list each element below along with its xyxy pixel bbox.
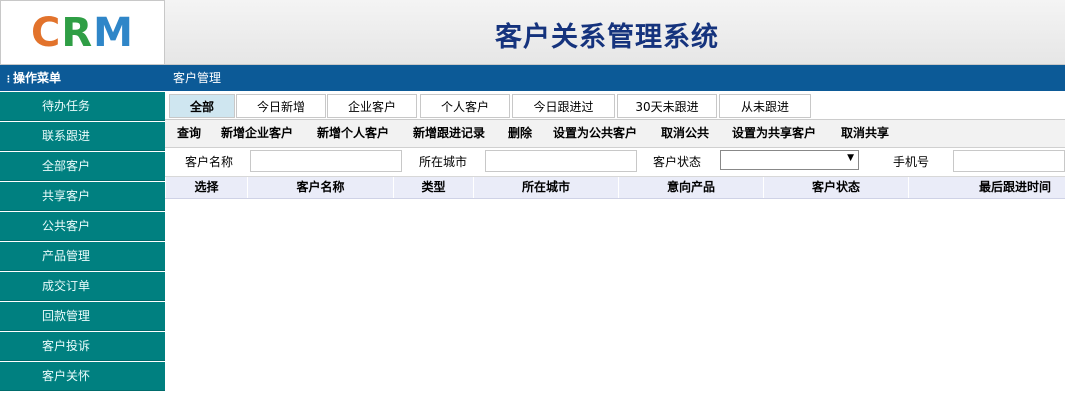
query-button[interactable]: 查询 [177, 120, 201, 146]
phone-input[interactable] [953, 150, 1065, 172]
sidebar-title-marker: ⋮ [4, 75, 13, 85]
logo-letter-m: M [93, 10, 134, 56]
breadcrumb: 客户管理 [165, 65, 1065, 91]
column-header-select[interactable]: 选择 [165, 177, 247, 198]
sidebar: ⋮操作菜单 待办任务 联系跟进 全部客户 共享客户 公共客户 产品管理 成交订单… [0, 65, 165, 399]
tab-today-new[interactable]: 今日新增 [236, 94, 326, 118]
set-public-customer-button[interactable]: 设置为公共客户 [553, 120, 637, 146]
add-personal-customer-button[interactable]: 新增个人客户 [317, 120, 389, 146]
main-panel: 客户管理 全部 今日新增 企业客户 个人客户 今日跟进过 30天未跟进 从未跟进… [165, 65, 1065, 399]
cancel-shared-button[interactable]: 取消共享 [841, 120, 889, 146]
customer-name-label: 客户名称 [185, 155, 234, 169]
header-bar: 客户关系管理系统 [165, 0, 1065, 65]
column-header-type[interactable]: 类型 [393, 177, 473, 198]
sidebar-item-care[interactable]: 客户关怀 [0, 362, 165, 391]
tab-personal[interactable]: 个人客户 [420, 94, 510, 118]
cancel-public-button[interactable]: 取消公共 [661, 120, 709, 146]
logo-box: CRM [0, 0, 165, 65]
sidebar-item-public-customers[interactable]: 公共客户 [0, 212, 165, 241]
search-filter-bar: 客户名称 所在城市 客户状态 ▼ 手机号 [165, 148, 1065, 177]
add-followup-record-button[interactable]: 新增跟进记录 [413, 120, 485, 146]
action-toolbar: 查询 新增企业客户 新增个人客户 新增跟进记录 删除 设置为公共客户 取消公共 … [165, 120, 1065, 148]
column-header-customer-status[interactable]: 客户状态 [763, 177, 908, 198]
sidebar-item-todo[interactable]: 待办任务 [0, 92, 165, 121]
sidebar-item-all-customers[interactable]: 全部客户 [0, 152, 165, 181]
column-header-last-followup-time[interactable]: 最后跟进时间 [908, 177, 1065, 198]
city-input[interactable] [485, 150, 637, 172]
logo-letter-c: C [31, 10, 62, 56]
sidebar-item-complaints[interactable]: 客户投诉 [0, 332, 165, 361]
status-select[interactable]: ▼ [720, 150, 859, 170]
sidebar-item-shared-customers[interactable]: 共享客户 [0, 182, 165, 211]
column-header-city[interactable]: 所在城市 [473, 177, 618, 198]
system-title: 客户关系管理系统 [495, 22, 719, 53]
column-header-intended-product[interactable]: 意向产品 [618, 177, 763, 198]
sidebar-item-followup[interactable]: 联系跟进 [0, 122, 165, 151]
sidebar-title-label: 操作菜单 [13, 71, 62, 85]
sidebar-title: ⋮操作菜单 [0, 65, 165, 91]
sidebar-item-products[interactable]: 产品管理 [0, 242, 165, 271]
table-header: 选择 客户名称 类型 所在城市 意向产品 客户状态 最后跟进时间 [165, 177, 1065, 199]
tab-all[interactable]: 全部 [169, 94, 235, 118]
column-header-customer-name[interactable]: 客户名称 [247, 177, 393, 198]
set-shared-customer-button[interactable]: 设置为共享客户 [732, 120, 816, 146]
crm-logo: CRM [31, 9, 134, 57]
sidebar-item-orders[interactable]: 成交订单 [0, 272, 165, 301]
city-label: 所在城市 [419, 155, 468, 169]
delete-button[interactable]: 删除 [508, 120, 532, 146]
tab-enterprise[interactable]: 企业客户 [327, 94, 417, 118]
logo-letter-r: R [61, 10, 94, 56]
add-enterprise-customer-button[interactable]: 新增企业客户 [221, 120, 293, 146]
phone-label: 手机号 [893, 155, 930, 169]
chevron-down-icon: ▼ [847, 153, 854, 163]
tab-30-days-not-followed[interactable]: 30天未跟进 [617, 94, 717, 118]
tab-today-followed[interactable]: 今日跟进过 [512, 94, 615, 118]
status-label: 客户状态 [653, 155, 702, 169]
filter-tabs: 全部 今日新增 企业客户 个人客户 今日跟进过 30天未跟进 从未跟进 [165, 91, 1065, 120]
sidebar-item-payments[interactable]: 回款管理 [0, 302, 165, 331]
customer-name-input[interactable] [250, 150, 402, 172]
tab-never-followed[interactable]: 从未跟进 [719, 94, 811, 118]
